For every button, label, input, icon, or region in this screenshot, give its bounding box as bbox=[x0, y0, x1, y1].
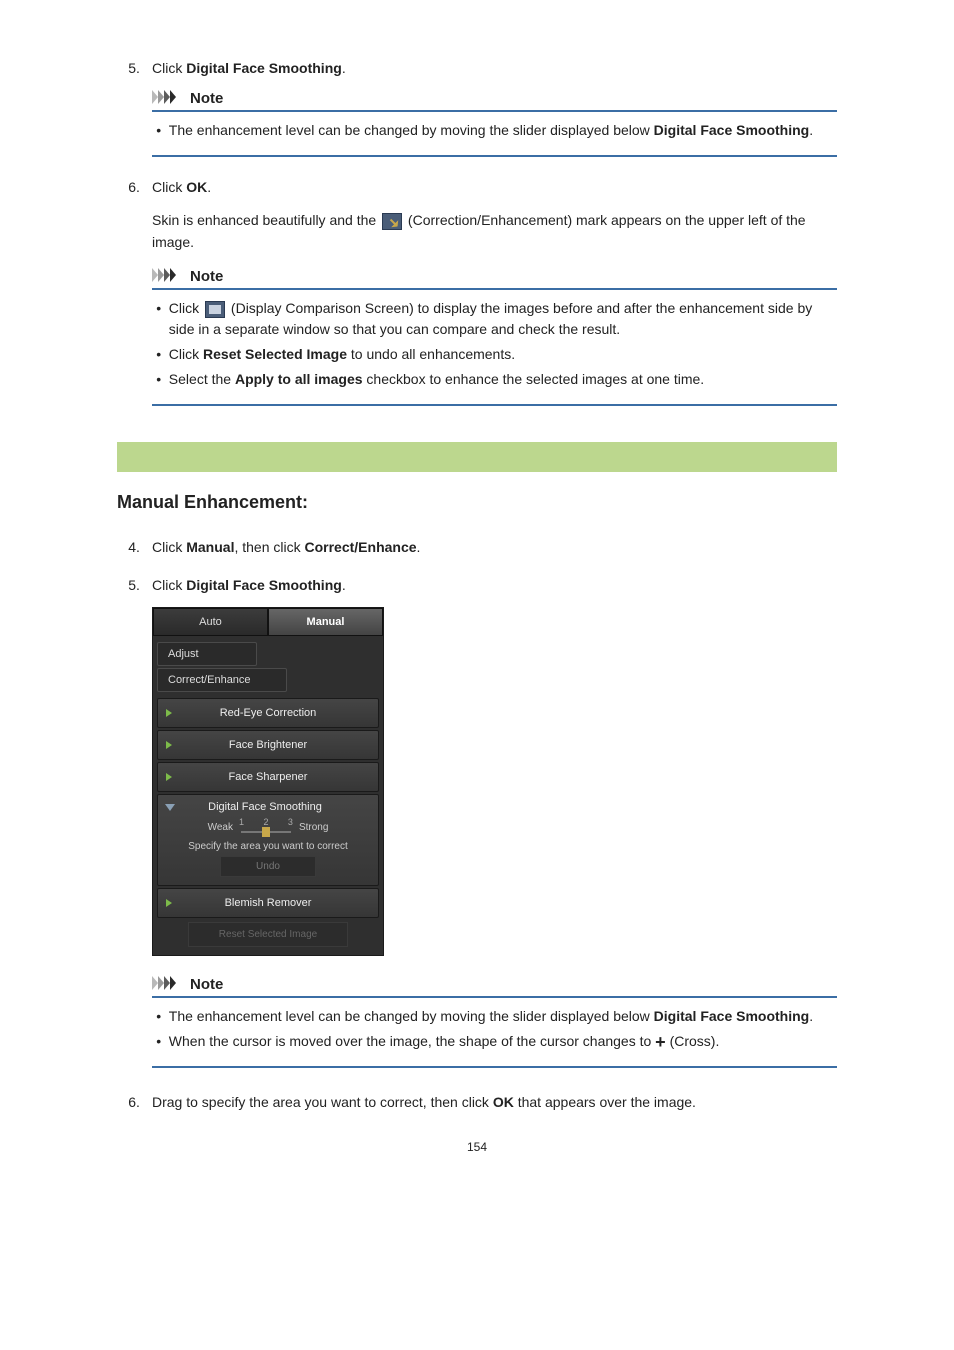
item-face-brightener[interactable]: Face Brightener bbox=[157, 730, 379, 760]
item-blemish-remover[interactable]: Blemish Remover bbox=[157, 888, 379, 918]
display-comparison-icon bbox=[205, 301, 225, 318]
specify-area-label: Specify the area you want to correct bbox=[164, 841, 372, 852]
tab-auto[interactable]: Auto bbox=[153, 608, 268, 636]
list-number: 4. bbox=[128, 539, 140, 555]
note-item: Click (Display Comparison Screen) to dis… bbox=[169, 298, 837, 340]
note-chevrons-icon bbox=[152, 90, 184, 107]
step-instruction: Click Digital Face Smoothing. bbox=[152, 577, 837, 593]
note-item: Click Reset Selected Image to undo all e… bbox=[169, 344, 837, 365]
section-divider bbox=[117, 442, 837, 472]
list-number: 5. bbox=[128, 577, 140, 593]
note-chevrons-icon bbox=[152, 976, 184, 993]
item-digital-face-smoothing[interactable]: Digital Face Smoothing Weak 123 bbox=[157, 794, 379, 886]
step-instruction: Click Digital Face Smoothing. bbox=[152, 60, 837, 76]
correction-enhancement-icon bbox=[382, 213, 402, 230]
step-description: Skin is enhanced beautifully and the (Co… bbox=[152, 209, 837, 254]
note-item: The enhancement level can be changed by … bbox=[169, 120, 837, 141]
correct-enhance-panel: Auto Manual Adjust Correct/Enhance Red-E… bbox=[152, 607, 384, 956]
note-item: The enhancement level can be changed by … bbox=[169, 1006, 837, 1027]
section-heading: Manual Enhancement: bbox=[117, 492, 837, 513]
slider-strong-label: Strong bbox=[299, 822, 328, 833]
undo-button[interactable]: Undo bbox=[220, 856, 316, 877]
subtab-adjust[interactable]: Adjust bbox=[157, 642, 257, 666]
note-block: Note Click (Display Comparison Screen) t… bbox=[152, 268, 837, 406]
note-title: Note bbox=[190, 90, 223, 107]
list-number: 6. bbox=[128, 179, 140, 195]
list-number: 6. bbox=[128, 1094, 140, 1110]
step-instruction: Click OK. bbox=[152, 179, 837, 195]
note-title: Note bbox=[190, 268, 223, 285]
item-face-sharpener[interactable]: Face Sharpener bbox=[157, 762, 379, 792]
step-instruction: Drag to specify the area you want to cor… bbox=[152, 1094, 837, 1110]
note-item: When the cursor is moved over the image,… bbox=[169, 1031, 837, 1052]
step-instruction: Click Manual, then click Correct/Enhance… bbox=[152, 539, 837, 555]
note-chevrons-icon bbox=[152, 268, 184, 285]
reset-selected-image-button[interactable]: Reset Selected Image bbox=[188, 922, 348, 947]
slider-weak-label: Weak bbox=[208, 822, 233, 833]
note-block: Note The enhancement level can be change… bbox=[152, 90, 837, 157]
note-title: Note bbox=[190, 976, 223, 993]
page-number: 154 bbox=[117, 1140, 837, 1154]
tab-manual[interactable]: Manual bbox=[268, 608, 383, 636]
subtab-correct-enhance[interactable]: Correct/Enhance bbox=[157, 668, 287, 692]
item-red-eye-correction[interactable]: Red-Eye Correction bbox=[157, 698, 379, 728]
cross-cursor-icon: + bbox=[655, 1035, 666, 1049]
note-block: Note The enhancement level can be change… bbox=[152, 976, 837, 1068]
note-item: Select the Apply to all images checkbox … bbox=[169, 369, 837, 390]
list-number: 5. bbox=[128, 60, 140, 76]
slider-thumb-icon[interactable] bbox=[262, 827, 270, 837]
smoothing-slider[interactable]: 123 bbox=[239, 819, 293, 837]
